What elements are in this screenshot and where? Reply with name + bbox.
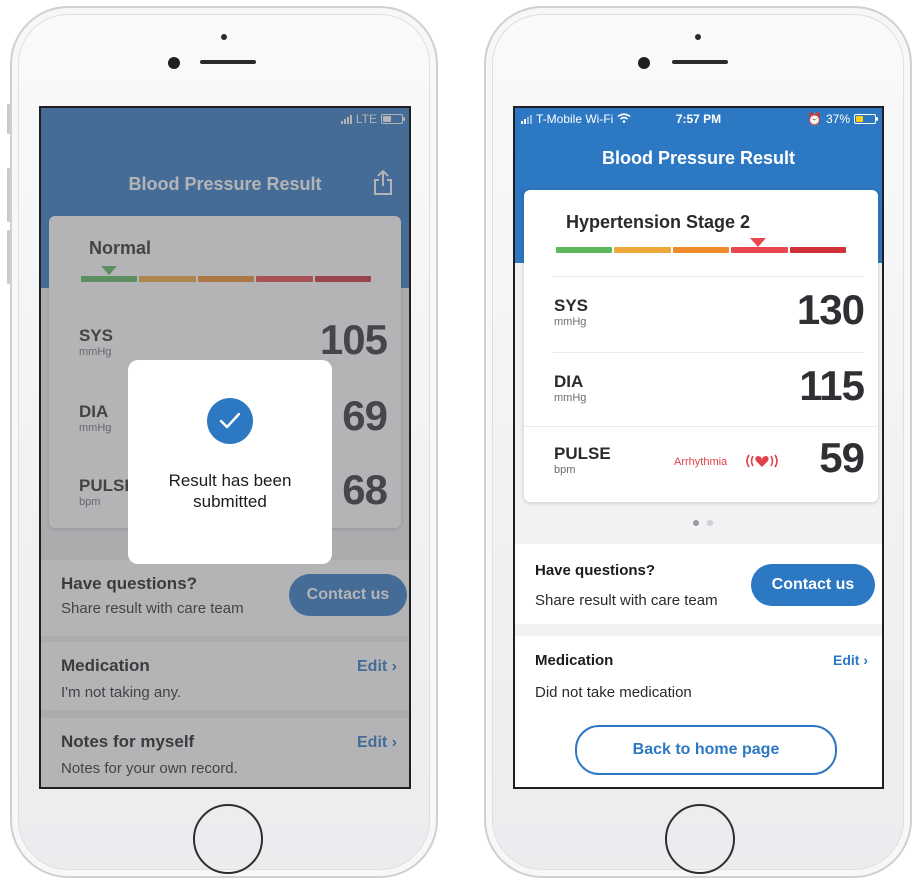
left-screen: LTE Blood Pressure Result Normal SYS mmH… bbox=[39, 106, 411, 789]
sys-row: SYS mmHg 130 bbox=[524, 282, 878, 352]
signal-icon bbox=[521, 114, 532, 124]
page-indicator bbox=[693, 520, 713, 526]
volume-down-button bbox=[7, 230, 10, 284]
battery-icon bbox=[854, 114, 878, 124]
arrhythmia-heart-icon bbox=[746, 454, 778, 468]
status-right: ⏰ 37% bbox=[807, 112, 878, 126]
pulse-label: PULSE bbox=[554, 444, 611, 463]
alarm-icon: ⏰ bbox=[807, 112, 822, 126]
home-button[interactable] bbox=[193, 804, 263, 874]
dia-unit: mmHg bbox=[554, 392, 587, 404]
chevron-right-icon: › bbox=[863, 652, 868, 668]
medication-subtitle: Did not take medication bbox=[535, 684, 692, 701]
front-camera-icon bbox=[168, 57, 180, 69]
confirmation-dialog: Result has been submitted bbox=[128, 360, 332, 564]
bottom-action-area: Back to home page bbox=[515, 711, 882, 787]
questions-subtitle: Share result with care team bbox=[535, 592, 718, 609]
questions-title: Have questions? bbox=[535, 562, 656, 579]
earpiece-speaker bbox=[200, 60, 256, 64]
pulse-value: 59 bbox=[819, 434, 865, 481]
stage-pointer bbox=[750, 238, 766, 247]
sys-label: SYS bbox=[554, 296, 589, 315]
medication-section[interactable]: Medication Did not take medication Edit … bbox=[515, 636, 882, 711]
result-card: Hypertension Stage 2 SYS mmHg 130 DIA mm… bbox=[524, 190, 878, 502]
page-title: Blood Pressure Result bbox=[601, 148, 796, 168]
dialog-message: Result has been submitted bbox=[168, 471, 292, 511]
page-dot-active bbox=[693, 520, 699, 526]
dia-value: 115 bbox=[799, 362, 865, 409]
sys-value: 130 bbox=[796, 286, 865, 333]
page-dot bbox=[707, 520, 713, 526]
dia-label: DIA bbox=[554, 372, 584, 391]
battery-percent: 37% bbox=[825, 112, 850, 126]
medication-edit-link[interactable]: Edit › bbox=[833, 652, 868, 668]
home-button[interactable] bbox=[665, 804, 735, 874]
carrier-label: T-Mobile Wi-Fi bbox=[536, 112, 614, 126]
status-bar: T-Mobile Wi-Fi 7:57 PM ⏰ 37% bbox=[515, 108, 882, 130]
divider bbox=[552, 352, 864, 353]
volume-up-button bbox=[7, 168, 10, 222]
dia-row: DIA mmHg 115 bbox=[524, 358, 878, 428]
proximity-sensor bbox=[221, 34, 227, 40]
front-camera-icon bbox=[638, 57, 650, 69]
pulse-unit: bpm bbox=[554, 464, 576, 476]
sys-unit: mmHg bbox=[554, 316, 587, 328]
contact-us-button[interactable]: Contact us bbox=[751, 564, 875, 606]
divider bbox=[552, 276, 864, 277]
questions-section: Have questions? Share result with care t… bbox=[515, 544, 882, 624]
back-to-home-button[interactable]: Back to home page bbox=[575, 725, 837, 775]
left-phone-frame: LTE Blood Pressure Result Normal SYS mmH… bbox=[7, 6, 438, 878]
check-icon bbox=[207, 398, 253, 444]
mute-switch bbox=[7, 104, 10, 134]
earpiece-speaker bbox=[672, 60, 728, 64]
status-time: 7:57 PM bbox=[675, 112, 722, 126]
right-screen: T-Mobile Wi-Fi 7:57 PM ⏰ 37% Blood Press… bbox=[513, 106, 884, 789]
right-phone-frame: T-Mobile Wi-Fi 7:57 PM ⏰ 37% Blood Press… bbox=[484, 6, 912, 878]
medication-title: Medication bbox=[535, 652, 614, 669]
proximity-sensor bbox=[695, 34, 701, 40]
divider bbox=[524, 426, 878, 427]
status-left: T-Mobile Wi-Fi bbox=[521, 112, 631, 126]
stage-label: Hypertension Stage 2 bbox=[566, 212, 751, 232]
arrhythmia-label: Arrhythmia bbox=[674, 456, 728, 468]
pulse-row: PULSE bpm Arrhythmia 59 bbox=[524, 430, 878, 500]
wifi-icon bbox=[617, 112, 631, 126]
stage-scale bbox=[556, 247, 847, 253]
edit-label: Edit bbox=[832, 652, 860, 668]
